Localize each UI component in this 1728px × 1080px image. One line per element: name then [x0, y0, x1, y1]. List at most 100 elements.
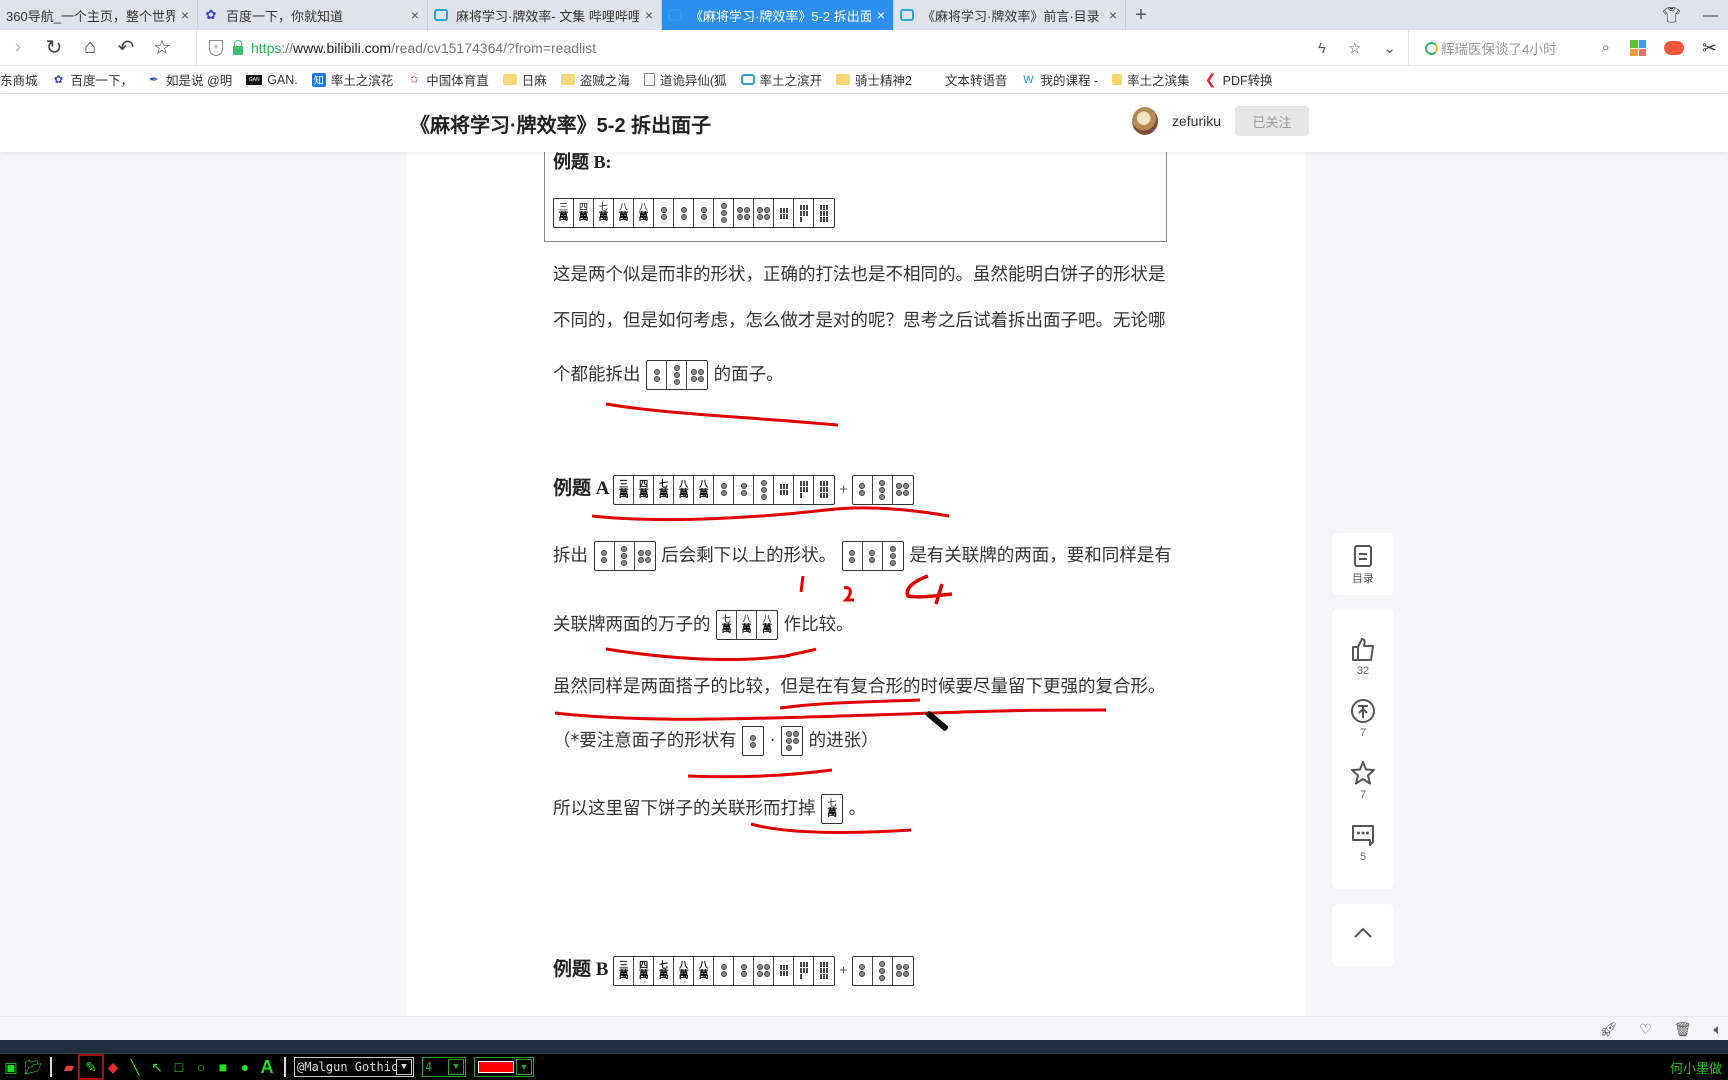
forward-button[interactable]: ›: [0, 30, 36, 66]
rocket-icon[interactable]: 🚀︎: [1599, 1021, 1617, 1038]
tab-360-nav[interactable]: 360导航_一个主页，整个世界 ×: [0, 0, 198, 30]
mahjong-tile-8m: 八萬: [694, 475, 715, 504]
bookmark-item[interactable]: 东商城: [0, 70, 38, 89]
ellipse-icon[interactable]: ○: [190, 1056, 212, 1078]
bookmark-item[interactable]: 知率土之滨花: [311, 70, 393, 89]
shield-icon[interactable]: +: [209, 40, 223, 56]
favorites-button[interactable]: ☆: [144, 30, 180, 66]
eraser-icon[interactable]: ▰: [58, 1056, 80, 1078]
ink-underline: [605, 402, 839, 427]
bookmark-item[interactable]: 骑士精神2: [836, 70, 912, 89]
size-select[interactable]: 4 ▼: [422, 1057, 466, 1077]
rectangle-icon[interactable]: □: [168, 1056, 190, 1078]
bookmark-star-icon[interactable]: ☆: [1348, 39, 1361, 57]
new-tab-button[interactable]: +: [1126, 0, 1156, 30]
bookmark-item[interactable]: GAN GAN.: [246, 73, 298, 87]
screen-draw-toolbar: ▣ 📂︎ ▰ ✎ ◆ ╲ ↖ □ ○ ■ ● A @Malgun Gothic …: [0, 1054, 1728, 1080]
tab-article-5-2[interactable]: 《麻将学习·牌效率》5-2 拆出面子 ×: [662, 0, 894, 30]
search-icon[interactable]: ⌕: [1602, 39, 1610, 56]
like-button[interactable]: 32: [1349, 635, 1377, 677]
filled-rectangle-icon[interactable]: ■: [212, 1056, 234, 1078]
reload-button[interactable]: ↻: [36, 30, 72, 66]
lock-icon[interactable]: [233, 39, 243, 55]
close-icon[interactable]: ×: [181, 7, 189, 23]
bookmark-item[interactable]: 道诡异仙(狐: [643, 70, 727, 89]
mahjong-tile-3m: 三萬: [614, 475, 635, 504]
trash-icon[interactable]: 🗑︎: [1674, 1021, 1692, 1038]
chevron-right-icon: ›: [14, 36, 22, 58]
home-button[interactable]: ⌂: [72, 30, 108, 66]
extension-icons: ✂: [1630, 30, 1717, 66]
close-icon[interactable]: ×: [1109, 7, 1117, 23]
text: 关联牌两面的万子的: [553, 615, 711, 635]
mahjong-tile-2p: [743, 727, 763, 755]
bookmark-item[interactable]: 盗贼之海: [560, 70, 630, 89]
open-folder-icon[interactable]: 📂︎: [22, 1056, 44, 1078]
text: 拆出: [553, 546, 588, 566]
mahjong-tile-8m: 八萬: [674, 475, 695, 504]
favorite-button[interactable]: 7: [1349, 759, 1377, 801]
like-count: 32: [1356, 665, 1370, 677]
search-placeholder: 辉瑞医保谈了4小时: [1441, 42, 1557, 57]
toc-button[interactable]: 目录: [1332, 533, 1394, 595]
folder-icon: [502, 74, 517, 85]
mahjong-tile-4p: [893, 957, 913, 985]
skin-shirt-icon[interactable]: 👕︎: [1662, 6, 1681, 24]
close-icon[interactable]: ×: [411, 7, 419, 23]
bookmark-item[interactable]: ✒ 如是说 @明: [147, 70, 232, 89]
close-icon[interactable]: ×: [645, 7, 653, 23]
comment-count: 5: [1359, 851, 1367, 863]
author-name[interactable]: zefuriku: [1172, 113, 1221, 129]
dropdown-arrow-icon[interactable]: ▼: [516, 1059, 532, 1075]
window-controls: 👕︎ —: [1662, 0, 1718, 30]
mahjong-tile-4p: [734, 199, 754, 227]
bookmark-item[interactable]: 文本转语音: [926, 70, 1008, 89]
bookmark-item[interactable]: ✿ 百度一下，: [52, 70, 133, 89]
pen-icon[interactable]: ✎: [78, 1054, 104, 1080]
tab-preface-toc[interactable]: 《麻将学习·牌效率》前言·目录 ×: [894, 0, 1126, 30]
bookmark-item[interactable]: 率土之滨开: [740, 70, 822, 89]
fill-icon[interactable]: ◆: [102, 1056, 124, 1078]
coin-button[interactable]: 7: [1349, 697, 1377, 739]
back-to-top-button[interactable]: [1332, 904, 1394, 966]
line-icon[interactable]: ╲: [124, 1056, 146, 1078]
color-swatch: [478, 1061, 514, 1073]
minimize-icon[interactable]: —: [1703, 7, 1718, 24]
text-icon[interactable]: A: [256, 1056, 278, 1078]
avatar[interactable]: [1132, 107, 1158, 135]
speaker-icon[interactable]: 🔈︎: [1714, 1021, 1722, 1038]
dropdown-arrow-icon[interactable]: ▼: [396, 1059, 412, 1075]
filled-ellipse-icon[interactable]: ●: [234, 1056, 256, 1078]
text: 的进张）: [808, 731, 879, 751]
bookmark-item[interactable]: ✩ 中国体育直: [407, 70, 489, 89]
search-input[interactable]: 辉瑞医保谈了4小时 ⌕: [1408, 30, 1618, 66]
tab-baidu[interactable]: ✿ 百度一下，你就知道 ×: [198, 0, 428, 30]
close-icon[interactable]: ×: [877, 7, 885, 23]
bookmark-label: PDF转换: [1222, 74, 1273, 88]
game-controller-icon[interactable]: [1664, 41, 1684, 55]
app-grid-icon[interactable]: [1630, 40, 1646, 56]
bookmark-item[interactable]: W 我的课程 -: [1021, 70, 1098, 89]
undo-close-button[interactable]: ↶: [108, 30, 144, 66]
bookmark-item[interactable]: ❮ PDF转换: [1204, 70, 1273, 89]
save-icon[interactable]: ▣: [0, 1056, 22, 1078]
dropdown-arrow-icon[interactable]: ▼: [448, 1059, 464, 1075]
mahjong-tile-2p: [694, 199, 714, 227]
star-icon: [1349, 759, 1377, 787]
chevron-down-icon[interactable]: ⌄: [1383, 39, 1396, 57]
follow-button[interactable]: 已关注: [1235, 106, 1310, 136]
tab-bilibili-collection[interactable]: 麻将学习·牌效率- 文集 哔哩哔哩 ×: [428, 0, 662, 30]
scissors-icon[interactable]: ✂: [1702, 38, 1717, 59]
comment-button[interactable]: 5: [1349, 821, 1377, 863]
address-bar[interactable]: + https://www.bilibili.com/read/cv151743…: [196, 30, 1396, 66]
font-select[interactable]: @Malgun Gothic ▼: [294, 1057, 414, 1077]
heart-monitor-icon[interactable]: ♡: [1639, 1021, 1652, 1038]
toc-item[interactable]: 目录: [1349, 542, 1377, 586]
paragraph-line: 虽然同样是两面搭子的比较，但是在有复合形的时候要尽量留下更强的复合形。: [553, 677, 1166, 697]
mahjong-tile-3p: [615, 542, 635, 570]
color-select[interactable]: ▼: [474, 1057, 534, 1077]
bookmark-item[interactable]: 日麻: [502, 70, 547, 89]
arrow-icon[interactable]: ↖: [146, 1056, 168, 1078]
lightning-icon[interactable]: ϟ: [1318, 40, 1326, 57]
bookmark-item[interactable]: 率土之滨集: [1112, 70, 1190, 89]
